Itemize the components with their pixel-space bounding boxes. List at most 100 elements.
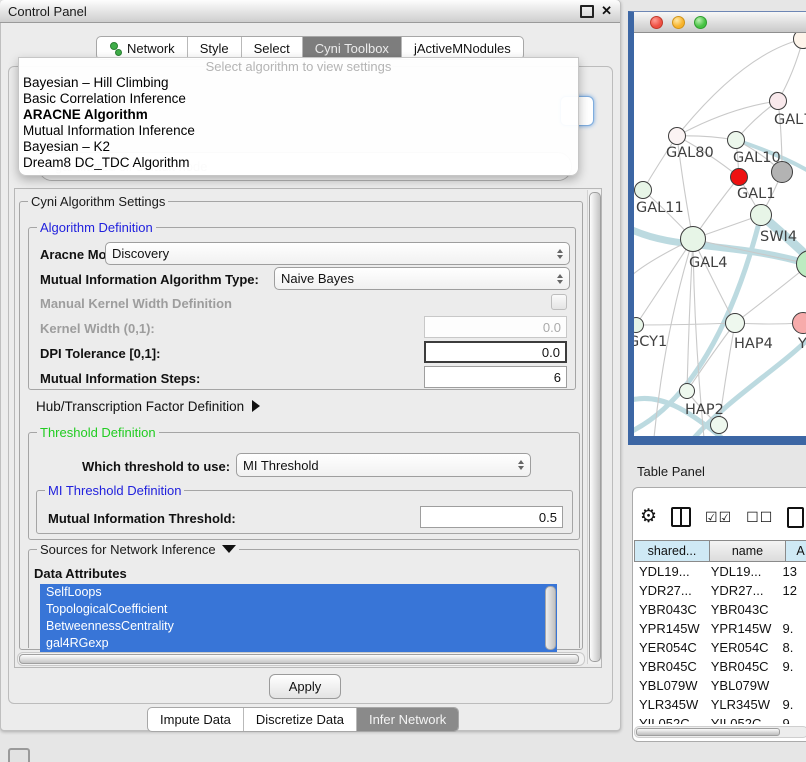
- table-cell: YLR345W: [706, 695, 778, 714]
- attribute-item[interactable]: gal4RGexp: [40, 635, 557, 652]
- network-node-hap4[interactable]: [725, 313, 745, 333]
- control-panel-title: Control Panel: [8, 4, 87, 19]
- deselect-all-icon[interactable]: ☐☐: [746, 509, 773, 526]
- table-row[interactable]: YIL052CYIL052C9: [634, 714, 806, 724]
- table-row[interactable]: YDL19...YDL19...13: [634, 562, 806, 581]
- attribute-item[interactable]: SelfLoops: [40, 584, 557, 601]
- split-view-icon[interactable]: [671, 507, 691, 527]
- minimize-traffic-light-icon[interactable]: [672, 16, 685, 29]
- close-icon[interactable]: ✕: [601, 6, 612, 16]
- settings-vertical-scrollbar-thumb[interactable]: [589, 192, 601, 662]
- network-node-gal11[interactable]: [634, 181, 652, 199]
- hub-definition-toggle[interactable]: Hub/Transcription Factor Definition: [36, 399, 260, 414]
- network-node-gal7[interactable]: [769, 92, 787, 110]
- tab-label: Network: [127, 41, 175, 56]
- apply-button[interactable]: Apply: [269, 674, 341, 699]
- node-label: Y: [798, 336, 806, 352]
- table-cell: 13: [778, 562, 806, 581]
- table-row[interactable]: YDR27...YDR27...12: [634, 581, 806, 600]
- table-toolbar: ⚙ ☑☑ ☐☐: [640, 503, 804, 531]
- settings-horizontal-scrollbar-thumb[interactable]: [19, 654, 579, 664]
- network-node-hap2[interactable]: [679, 383, 695, 399]
- tab-label: Infer Network: [369, 712, 446, 727]
- table-horizontal-scrollbar-thumb[interactable]: [636, 728, 780, 736]
- column-header-1[interactable]: shared...: [634, 540, 710, 562]
- table-cell: YBL079W: [634, 676, 706, 695]
- network-canvas[interactable]: GAL7GAL80GAL10GAL1SWI4GAL11GAL4GCY1HAP4Y…: [634, 33, 806, 436]
- node-label: HAP4: [734, 336, 773, 352]
- table-cell: YBR045C: [706, 657, 778, 676]
- gear-icon[interactable]: ⚙: [640, 507, 657, 527]
- network-node-gal80[interactable]: [668, 127, 686, 145]
- table-header: shared...nameA: [634, 540, 806, 562]
- network-node[interactable]: [710, 416, 728, 434]
- tab-label: Style: [200, 41, 229, 56]
- algorithm-option[interactable]: Dream8 DC_TDC Algorithm: [19, 155, 578, 171]
- algorithm-option[interactable]: ARACNE Algorithm: [19, 107, 578, 123]
- column-header-2[interactable]: name: [710, 540, 786, 562]
- table-row[interactable]: YBL079WYBL079W: [634, 676, 806, 695]
- float-window-icon[interactable]: [580, 5, 594, 18]
- control-panel-titlebar[interactable]: Control Panel ✕: [0, 0, 620, 23]
- table-row[interactable]: YBR045CYBR045C9.: [634, 657, 806, 676]
- algorithm-option[interactable]: Basic Correlation Inference: [19, 91, 578, 107]
- node-label: SWI4: [760, 229, 797, 245]
- table-cell: 9.: [778, 657, 806, 676]
- attribute-item[interactable]: TopologicalCoefficient: [40, 601, 557, 618]
- which-threshold-combo[interactable]: MI Threshold: [236, 453, 531, 477]
- table-cell: YIL052C: [706, 714, 778, 724]
- table-cell: [778, 600, 806, 619]
- attributes-list-scrollbar[interactable]: [545, 586, 556, 650]
- mi-type-combo[interactable]: Naive Bayes: [274, 267, 570, 290]
- table-row[interactable]: YPR145WYPR145W9.: [634, 619, 806, 638]
- tab-cyni-toolbox[interactable]: Cyni Toolbox: [303, 37, 402, 59]
- data-attributes-list[interactable]: SelfLoopsTopologicalCoefficientBetweenne…: [40, 584, 557, 652]
- network-node-gal10[interactable]: [727, 131, 745, 149]
- table-row[interactable]: YLR345WYLR345W9.: [634, 695, 806, 714]
- tab-select[interactable]: Select: [242, 37, 303, 59]
- select-all-icon[interactable]: ☑☑: [705, 509, 732, 526]
- aracne-mode-combo[interactable]: Discovery: [105, 242, 570, 265]
- network-node-gal1[interactable]: [730, 168, 748, 186]
- algorithm-option[interactable]: Mutual Information Inference: [19, 123, 578, 139]
- network-window-titlebar[interactable]: [634, 12, 806, 33]
- network-icon-dot: [115, 49, 122, 56]
- network-node[interactable]: [771, 161, 793, 183]
- table-row[interactable]: YBR043CYBR043C: [634, 600, 806, 619]
- collapsed-panel-icon[interactable]: [8, 748, 30, 762]
- zoom-traffic-light-icon[interactable]: [694, 16, 707, 29]
- attribute-item[interactable]: BetweennessCentrality: [40, 618, 557, 635]
- table-cell: YPR145W: [634, 619, 706, 638]
- mi-threshold-field[interactable]: 0.5: [420, 506, 563, 528]
- tab-jactivemnodules[interactable]: jActiveMNodules: [402, 37, 523, 59]
- network-node-gal4[interactable]: [680, 226, 706, 252]
- combo-arrows-icon: [518, 460, 524, 470]
- table-cell: YBR043C: [706, 600, 778, 619]
- node-label: GAL1: [737, 186, 775, 202]
- table-cell: 9: [778, 714, 806, 724]
- mi-steps-label: Mutual Information Steps:: [40, 371, 200, 386]
- tab-impute-data[interactable]: Impute Data: [148, 708, 244, 731]
- dpi-tolerance-field[interactable]: 0.0: [424, 341, 567, 363]
- tab-discretize-data[interactable]: Discretize Data: [244, 708, 357, 731]
- tab-network[interactable]: Network: [97, 37, 188, 59]
- table-cell: YBR043C: [634, 600, 706, 619]
- table-cell: YDR27...: [706, 581, 778, 600]
- algorithm-option[interactable]: Bayesian – Hill Climbing: [19, 75, 578, 91]
- dpi-tolerance-label: DPI Tolerance [0,1]:: [40, 346, 160, 361]
- app-root: Control Panel ✕ Network Style SelectCyni T…: [0, 0, 806, 762]
- table-cell: [778, 676, 806, 695]
- column-header-3[interactable]: A: [786, 540, 806, 562]
- tab-style[interactable]: Style: [188, 37, 242, 59]
- file-icon[interactable]: [787, 507, 804, 528]
- tab-infer-network[interactable]: Infer Network: [357, 708, 458, 731]
- network-node-swi4[interactable]: [750, 204, 772, 226]
- close-traffic-light-icon[interactable]: [650, 16, 663, 29]
- mi-steps-field[interactable]: 6: [424, 366, 567, 388]
- table-row[interactable]: YER054CYER054C8.: [634, 638, 806, 657]
- apply-button-label: Apply: [289, 679, 322, 694]
- algorithm-option[interactable]: Bayesian – K2: [19, 139, 578, 155]
- sources-toggle[interactable]: Sources for Network Inference: [37, 542, 239, 557]
- table-cell: YIL052C: [634, 714, 706, 724]
- kernel-width-field: 0.0: [424, 316, 567, 338]
